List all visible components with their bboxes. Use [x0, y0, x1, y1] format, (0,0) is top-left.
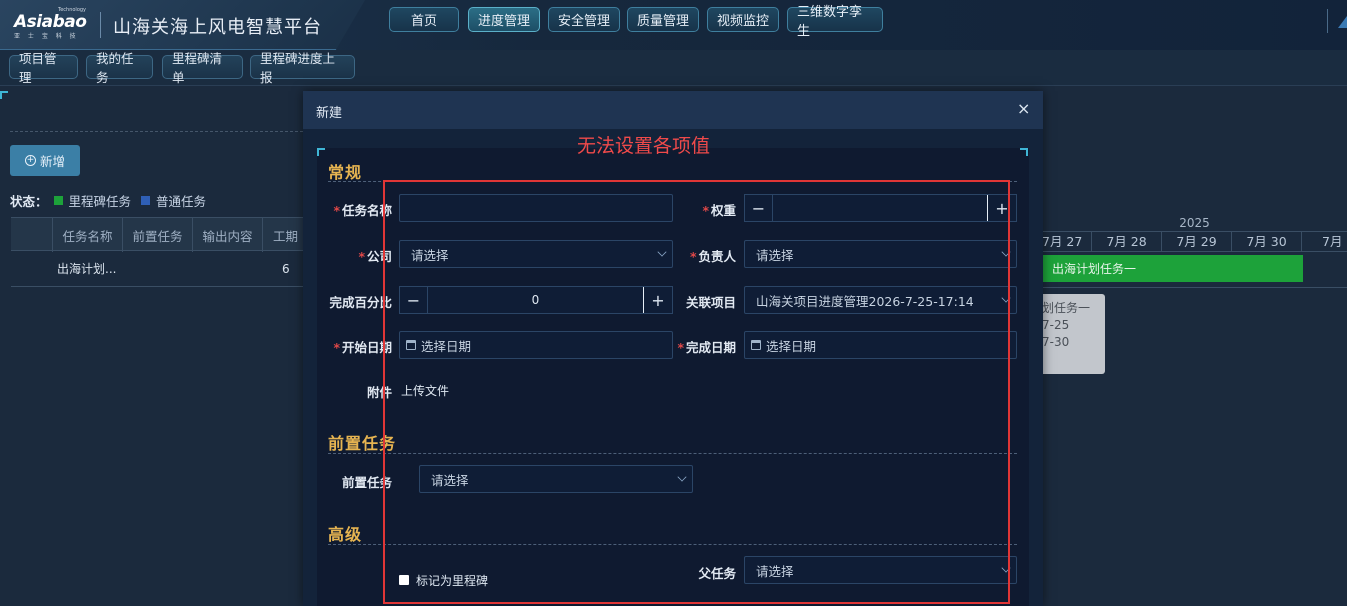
table-header-blank — [11, 218, 52, 252]
gantt-row-divider — [1042, 287, 1347, 288]
subnav-milestone-report[interactable]: 里程碑进度上报 — [250, 51, 355, 85]
frame-corner — [0, 91, 8, 99]
gantt-tooltip: 划任务一 7-25 7-30 — [1042, 294, 1105, 374]
nav-video[interactable]: 视频监控 — [707, 7, 779, 32]
status-legend: 状态： 里程碑任务 普通任务 — [10, 191, 206, 210]
nav-quality[interactable]: 质量管理 — [627, 7, 699, 32]
table-row[interactable]: 出海计划... 6 — [11, 251, 303, 287]
plus-circle-icon: + — [24, 155, 36, 166]
frame-corner — [1020, 148, 1028, 156]
gantt-day: 7月 28 — [1092, 232, 1162, 251]
tooltip-line: 划任务一 — [1042, 301, 1091, 315]
normal-legend-label: 普通任务 — [156, 194, 207, 209]
col-task-name[interactable]: 任务名称 — [52, 218, 122, 252]
app-title: 山海关海上风电智慧平台 — [113, 17, 322, 38]
section-general: 常规 — [328, 163, 363, 182]
row-duration: 6 — [282, 261, 290, 276]
add-task-label: 新增 — [39, 154, 65, 169]
milestone-swatch — [53, 196, 63, 205]
subnav-project[interactable]: 项目管理 — [9, 51, 78, 85]
gantt-day: 7月 29 — [1162, 232, 1232, 251]
logo-subtitle: 亚 士 宝 科 技 — [14, 33, 79, 40]
logo: Asiabao — [14, 12, 87, 32]
nav-home[interactable]: 首页 — [389, 7, 459, 32]
dialog-header — [303, 91, 1043, 129]
task-table-header: 任务名称 前置任务 输出内容 工期 — [11, 217, 303, 252]
subnav-milestones[interactable]: 里程碑清单 — [162, 51, 243, 85]
tooltip-line: 7-25 — [1042, 318, 1070, 332]
status-label: 状态： — [10, 194, 48, 209]
col-output[interactable]: 输出内容 — [192, 218, 262, 252]
header-divider — [1327, 9, 1328, 33]
col-duration[interactable]: 工期 — [262, 218, 303, 252]
annotation-box — [383, 180, 1010, 604]
logo-tagline: Technology — [58, 7, 87, 13]
annotation-text: 无法设置各项值 — [577, 135, 711, 157]
subnav-my-tasks[interactable]: 我的任务 — [86, 51, 153, 85]
section-advanced: 高级 — [328, 525, 363, 544]
frame-corner — [317, 148, 325, 156]
close-icon[interactable]: × — [1017, 99, 1030, 118]
nav-safety[interactable]: 安全管理 — [548, 7, 620, 32]
gantt-day: 7月 27 — [1042, 232, 1092, 251]
col-predecessor[interactable]: 前置任务 — [122, 218, 192, 252]
add-task-button[interactable]: + 新增 — [10, 145, 80, 176]
title-divider — [100, 12, 101, 38]
milestone-legend-label: 里程碑任务 — [68, 194, 132, 209]
tooltip-line: 7-30 — [1042, 335, 1070, 349]
gantt-milestone-bar[interactable]: 出海计划任务一 — [1042, 255, 1303, 282]
gantt-day: 7月 30 — [1232, 232, 1302, 251]
gantt-year: 2025 — [1042, 216, 1347, 232]
normal-swatch — [141, 196, 151, 205]
divider — [10, 131, 303, 132]
dialog-title: 新建 — [316, 106, 343, 121]
gantt-days: 7月 27 7月 28 7月 29 7月 30 7月 31 — [1042, 232, 1347, 252]
gantt-day: 7月 31 — [1322, 234, 1347, 249]
nav-progress[interactable]: 进度管理 — [468, 7, 540, 32]
nav-digital-twin[interactable]: 三维数字孪生 — [787, 5, 883, 39]
